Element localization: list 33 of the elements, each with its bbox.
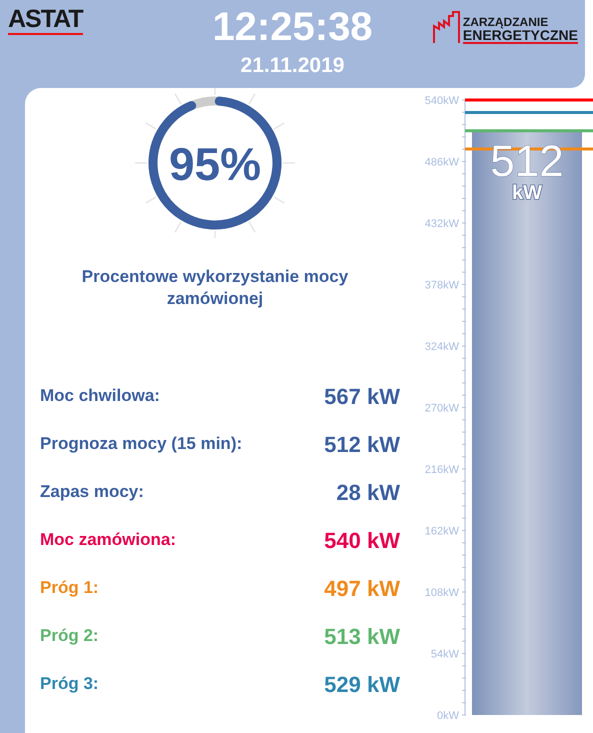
reading-label: Zapas mocy: xyxy=(40,481,144,504)
axis-label: 486kW xyxy=(424,156,459,168)
reading-value: 540 kW xyxy=(324,526,400,554)
reading-value: 567 kW xyxy=(324,382,400,410)
reading-label: Próg 3: xyxy=(40,673,99,696)
percent-value: 95% xyxy=(168,138,262,190)
axis-label: 378kW xyxy=(424,280,459,292)
reading-value: 513 kW xyxy=(324,622,400,650)
reading-label: Moc chwilowa: xyxy=(40,385,160,408)
axis-label: 324kW xyxy=(424,341,459,353)
axis-label: 108kW xyxy=(424,587,459,599)
factory-logo-icon xyxy=(432,10,461,44)
reading-label: Próg 1: xyxy=(40,577,99,600)
date-text: 21.11.2019 xyxy=(240,53,344,79)
reading-value: 512 kW xyxy=(324,430,400,458)
reading-value: 497 kW xyxy=(324,574,400,602)
reading-value: 28 kW xyxy=(336,478,400,506)
axis-label: 0kW xyxy=(437,710,459,721)
axis-label: 432kW xyxy=(424,218,459,230)
axis-label: 54kW xyxy=(430,648,459,660)
reading-value: 529 kW xyxy=(324,670,400,698)
logo-line: ENERGETYCZNE xyxy=(462,29,578,42)
axis-label: 216kW xyxy=(424,464,459,476)
axis-label: 540kW xyxy=(424,95,459,107)
gauge-title: Procentowe wykorzystanie mocy zamówionej xyxy=(80,266,350,310)
axis-label: 162kW xyxy=(424,526,459,538)
reading-label: Próg 2: xyxy=(40,625,99,648)
reading-label: Moc zamówiona: xyxy=(40,529,176,552)
clock-time: 12:25:38 xyxy=(212,4,373,50)
logo-text: ASTAT xyxy=(8,6,83,35)
reading-label: Prognoza mocy (15 min): xyxy=(40,433,242,456)
logo-line: ZARZĄDZANIE xyxy=(462,16,550,29)
axis-label: 270kW xyxy=(424,402,459,414)
